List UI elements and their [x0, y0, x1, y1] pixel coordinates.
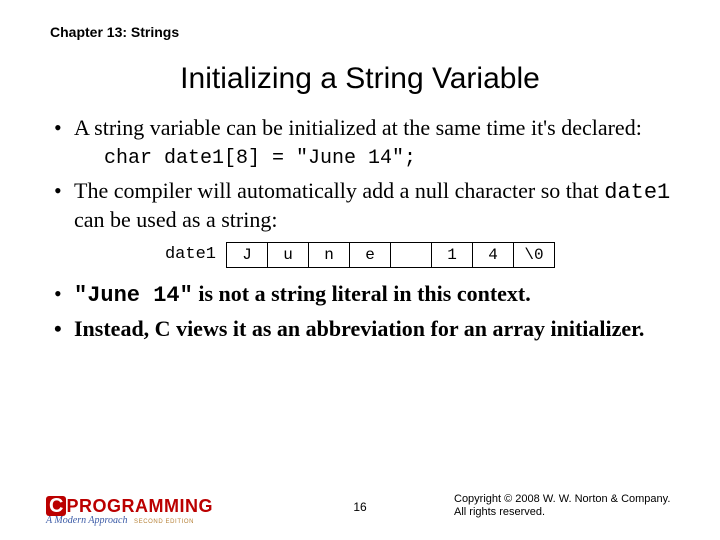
bullet-2-text-a: The compiler will automatically add a nu…: [74, 178, 604, 203]
copyright-line-2: All rights reserved.: [454, 506, 674, 520]
chapter-label: Chapter 13: Strings: [50, 24, 674, 40]
bullet-list: A string variable can be initialized at …: [52, 114, 674, 234]
bullet-1: A string variable can be initialized at …: [52, 114, 674, 171]
copyright-line-1: Copyright © 2008 W. W. Norton & Company.: [454, 493, 674, 507]
array-cell: e: [349, 242, 391, 268]
logo-edition: SECOND EDITION: [134, 519, 194, 525]
array-cell: u: [267, 242, 309, 268]
slide-title: Initializing a String Variable: [46, 62, 674, 96]
array-cell: [390, 242, 432, 268]
bullet-2-code: date1: [604, 180, 670, 205]
bullet-2-text-b: can be used as a string:: [74, 207, 277, 232]
logo-subtitle: A Modern Approach: [46, 515, 127, 526]
footer: CPROGRAMMING A Modern Approach SECOND ED…: [0, 484, 720, 530]
array-cell: 1: [431, 242, 473, 268]
array-cell: J: [226, 242, 268, 268]
array-cells: J u n e 1 4 \0: [226, 242, 555, 268]
bullet-3: "June 14" is not a string literal in thi…: [52, 280, 674, 310]
array-cell: 4: [472, 242, 514, 268]
bullet-list-2: "June 14" is not a string literal in thi…: [52, 280, 674, 343]
bullet-2: The compiler will automatically add a nu…: [52, 177, 674, 234]
copyright: Copyright © 2008 W. W. Norton & Company.…: [454, 493, 674, 521]
code-block-1: char date1[8] = "June 14";: [104, 146, 674, 171]
bullet-4-text: Instead, C views it as an abbreviation f…: [74, 316, 644, 341]
array-cell: \0: [513, 242, 555, 268]
slide: Chapter 13: Strings Initializing a Strin…: [0, 0, 720, 540]
array-diagram: date1 J u n e 1 4 \0: [46, 242, 674, 268]
bullet-1-text: A string variable can be initialized at …: [74, 115, 642, 140]
bullet-3-code: "June 14": [74, 283, 193, 308]
array-cell: n: [308, 242, 350, 268]
bullet-3-text: is not a string literal in this context.: [193, 281, 531, 306]
bullet-4: Instead, C views it as an abbreviation f…: [52, 315, 674, 343]
array-label: date1: [165, 245, 216, 264]
